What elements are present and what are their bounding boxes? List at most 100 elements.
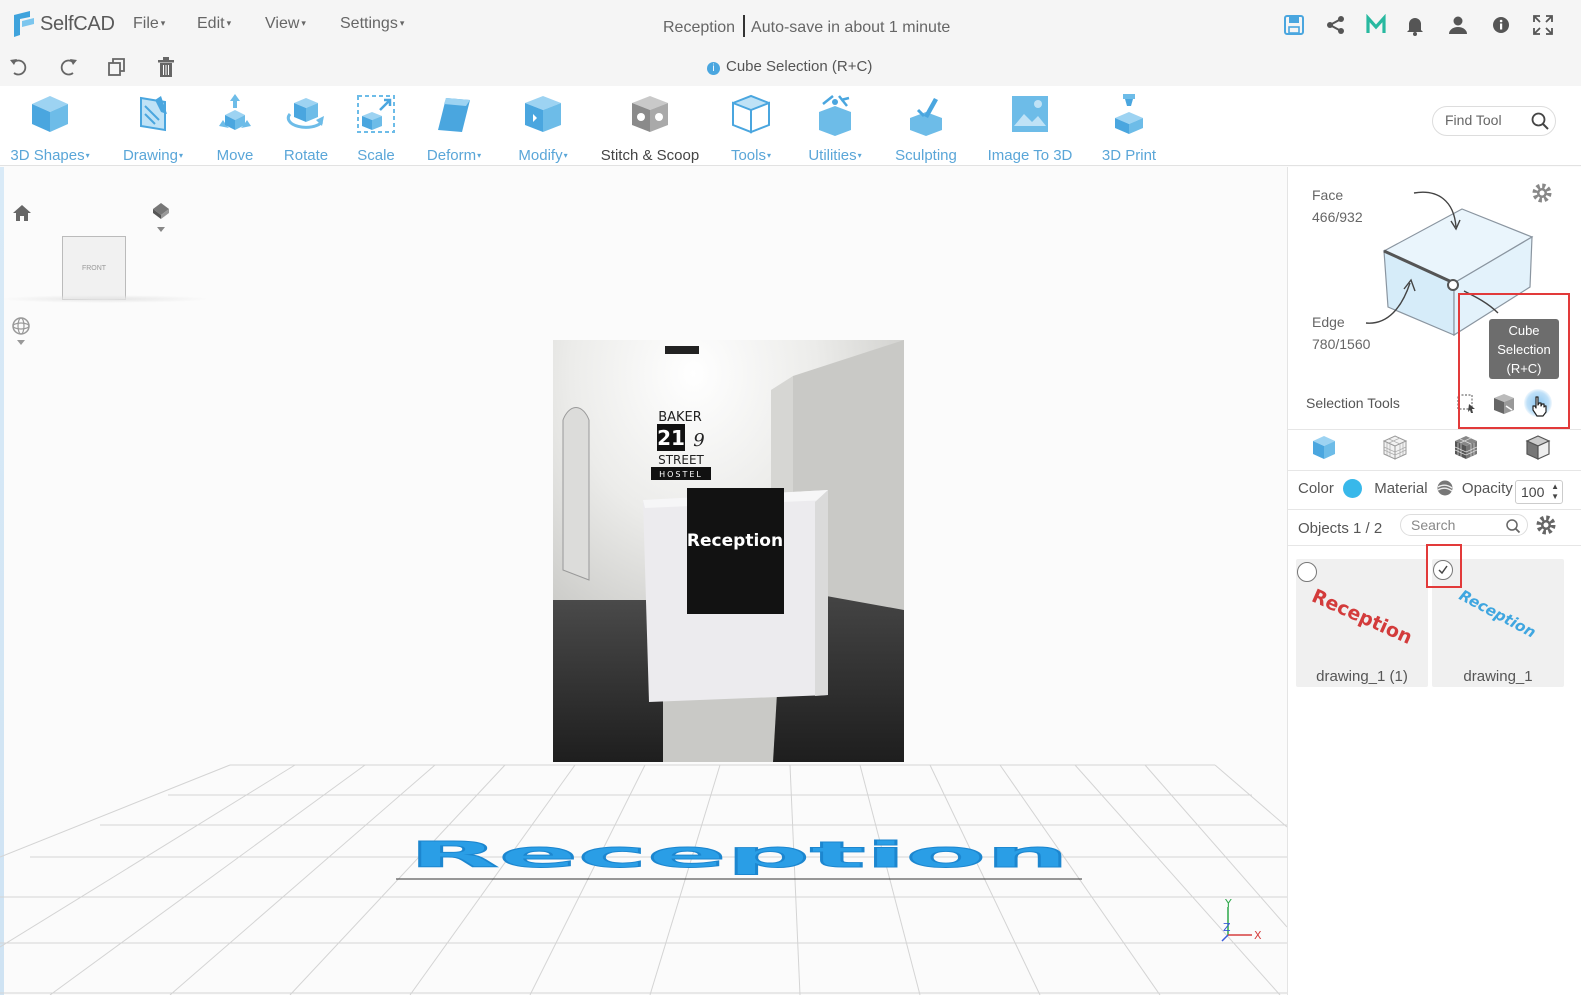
tool-3d-print[interactable]: 3D Print xyxy=(1098,92,1160,164)
save-icon[interactable] xyxy=(1283,14,1305,36)
photo-sign-line2b: 9 xyxy=(693,430,704,451)
color-swatch[interactable] xyxy=(1343,479,1363,498)
tool-sculpting[interactable]: Sculpting xyxy=(892,92,960,164)
hidden-line-view-icon[interactable] xyxy=(1524,433,1552,461)
top-menu-bar: SelfCAD File ▾ Edit ▾ View ▾ Settings ▾ Rece… xyxy=(0,0,1581,48)
face-label: Face xyxy=(1312,187,1344,203)
tool-stitch-scoop[interactable]: Stitch & Scoop xyxy=(598,92,702,164)
fullscreen-icon[interactable] xyxy=(1532,14,1554,36)
caret-down-icon: ▾ xyxy=(179,151,184,160)
object-card[interactable]: Reception drawing_1 (1) xyxy=(1296,559,1428,687)
object-search-box[interactable] xyxy=(1400,514,1528,536)
menu-file[interactable]: File ▾ xyxy=(133,15,165,33)
tool-scale[interactable]: Scale xyxy=(352,92,400,164)
color-label: Color xyxy=(1298,480,1334,497)
tool-3d-print-label: 3D Print xyxy=(1101,147,1157,164)
trash-icon[interactable] xyxy=(155,56,177,78)
info-icon[interactable] xyxy=(1490,14,1512,36)
opacity-stepper[interactable]: 100 ▲ ▼ xyxy=(1515,480,1563,504)
tool-3d-shapes[interactable]: 3D Shapes▾ xyxy=(8,92,92,164)
3d-viewport[interactable]: FRONT Reception BAKER 21 9 STREET HOSTEL… xyxy=(0,167,1287,995)
material-label[interactable]: Material xyxy=(1374,480,1427,497)
caret-down-icon: ▾ xyxy=(767,151,772,160)
app-logo[interactable]: SelfCAD xyxy=(10,8,115,40)
caret-down-icon: ▾ xyxy=(563,151,568,160)
utilities-icon xyxy=(819,95,851,136)
move-icon xyxy=(219,94,251,130)
menu-settings[interactable]: Settings ▾ xyxy=(340,15,404,33)
opacity-value[interactable]: 100 xyxy=(1521,484,1544,500)
solid-view-icon[interactable] xyxy=(1310,433,1338,461)
tool-drawing[interactable]: Drawing▾ xyxy=(116,92,190,164)
menu-edit[interactable]: Edit ▾ xyxy=(197,15,231,33)
find-tool-input[interactable] xyxy=(1445,112,1525,128)
user-icon[interactable] xyxy=(1447,14,1469,36)
orbit-icon[interactable] xyxy=(10,317,32,347)
search-icon[interactable] xyxy=(1529,110,1551,132)
find-tool-box[interactable] xyxy=(1432,106,1556,136)
object-name: drawing_1 (1) xyxy=(1316,668,1408,685)
material-ball-icon[interactable] xyxy=(1436,479,1454,497)
title-separator xyxy=(743,15,746,37)
tool-tools-label: Tools xyxy=(730,147,766,164)
objects-settings-gear-icon[interactable] xyxy=(1534,513,1558,537)
tool-sculpting-label: Sculpting xyxy=(895,147,957,164)
home-icon[interactable] xyxy=(12,203,32,223)
reference-image[interactable]: BAKER 21 9 STREET HOSTEL Reception xyxy=(553,340,904,762)
m-logo-icon[interactable] xyxy=(1365,14,1387,36)
copy-icon[interactable] xyxy=(106,56,128,78)
photo-sign-line3: STREET xyxy=(658,453,704,467)
divider xyxy=(1288,429,1581,430)
cube-icon xyxy=(32,96,68,132)
caret-down-icon: ▾ xyxy=(160,18,166,28)
undo-icon[interactable] xyxy=(8,56,30,78)
tool-modify-label: Modify xyxy=(518,147,563,164)
face-info: Face 466/932 xyxy=(1312,184,1363,228)
navigation-cube[interactable]: FRONT xyxy=(62,236,126,300)
mesh-view-icon[interactable] xyxy=(1452,433,1480,461)
tool-utilities[interactable]: Utilities▾ xyxy=(802,92,868,164)
3d-model-text-label: Reception xyxy=(409,835,1069,876)
scale-icon xyxy=(357,95,395,133)
tool-image-to-3d[interactable]: Image To 3D xyxy=(984,92,1076,164)
tool-3d-shapes-label: 3D Shapes xyxy=(10,147,85,164)
face-count: 466/932 xyxy=(1312,209,1363,225)
menu-view-label: View xyxy=(265,15,300,32)
search-icon[interactable] xyxy=(1505,518,1521,534)
divider xyxy=(1288,470,1581,471)
axis-x-label: X xyxy=(1254,929,1262,942)
caret-down-icon: ▾ xyxy=(477,151,482,160)
3d-model-text[interactable]: Reception xyxy=(394,835,1084,883)
tool-rotate[interactable]: Rotate xyxy=(278,92,334,164)
menu-settings-label: Settings xyxy=(340,15,398,32)
thumbnail-text: Reception xyxy=(1308,585,1415,649)
tool-modify[interactable]: Modify▾ xyxy=(512,92,574,164)
tool-move[interactable]: Move xyxy=(210,92,260,164)
light-icon[interactable] xyxy=(150,201,172,233)
menu-view[interactable]: View ▾ xyxy=(265,15,306,33)
object-search-input[interactable] xyxy=(1411,517,1501,533)
redo-icon[interactable] xyxy=(57,56,79,78)
tool-stitch-scoop-label: Stitch & Scoop xyxy=(600,147,700,164)
selection-tools-label: Selection Tools xyxy=(1306,395,1400,411)
caret-down-icon: ▾ xyxy=(226,18,232,28)
object-select-radio[interactable] xyxy=(1297,562,1317,582)
tool-drawing-label: Drawing xyxy=(122,147,178,164)
photo-sign-line1: BAKER xyxy=(658,410,702,425)
object-thumbnail: Reception xyxy=(1456,586,1539,641)
main-toolbar: 3D Shapes▾ Drawing▾ Move Rotate Scale De… xyxy=(0,86,1581,166)
image-to-3d-icon xyxy=(1012,96,1048,132)
highlight-box xyxy=(1426,544,1462,588)
rotate-icon xyxy=(286,98,324,129)
wireframe-view-icon[interactable] xyxy=(1381,433,1409,461)
tool-deform[interactable]: Deform▾ xyxy=(420,92,488,164)
tool-tools[interactable]: Tools▾ xyxy=(724,92,778,164)
tool-deform-label: Deform xyxy=(426,147,477,164)
edit-bar: i Cube Selection (R+C) xyxy=(0,48,1581,86)
photo-sign-line4: HOSTEL xyxy=(659,470,703,479)
document-name[interactable]: Reception xyxy=(663,19,735,36)
bell-icon[interactable] xyxy=(1404,14,1426,36)
thumbnail-text: Reception xyxy=(1456,586,1539,641)
share-icon[interactable] xyxy=(1325,14,1347,36)
stepper-arrows-icon[interactable]: ▲ ▼ xyxy=(1551,482,1559,502)
